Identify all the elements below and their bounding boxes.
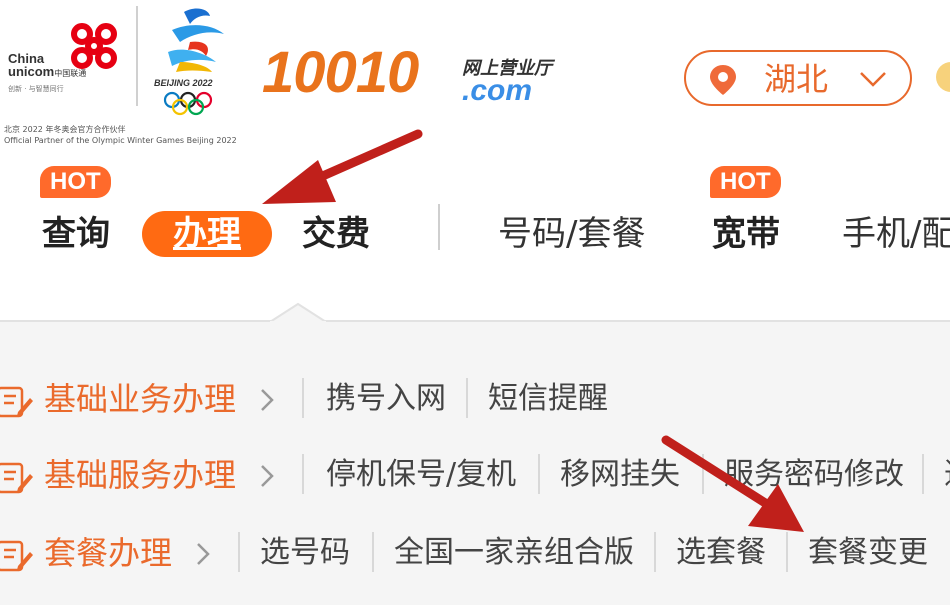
chevron-right-icon bbox=[261, 389, 274, 411]
menu-link-choose-plan[interactable]: 选套餐 bbox=[676, 528, 766, 578]
nav-broadband[interactable]: 宽带 bbox=[712, 210, 780, 258]
nav-pay[interactable]: 交费 bbox=[302, 210, 370, 258]
olympic-wordmark: BEIJING 2022 bbox=[154, 78, 213, 88]
menu-row-title[interactable]: 基础服务办理 bbox=[44, 450, 236, 500]
olympic-partner-caption: 北京 2022 年冬奥会官方合作伙伴 Official Partner of t… bbox=[4, 125, 237, 145]
menu-divider bbox=[786, 532, 788, 572]
location-pin-icon bbox=[710, 65, 736, 95]
menu-row-basic-service: 基础服务办理 停机保号/复机 移网挂失 服务密码修改 迁 bbox=[0, 450, 950, 500]
menu-link-family-combo[interactable]: 全国一家亲组合版 bbox=[394, 528, 634, 578]
menu-divider bbox=[302, 378, 304, 418]
menu-divider bbox=[654, 532, 656, 572]
menu-link-port-in[interactable]: 携号入网 bbox=[326, 374, 446, 424]
chevron-right-icon bbox=[261, 465, 274, 487]
menu-link-suspend-resume[interactable]: 停机保号/复机 bbox=[326, 450, 516, 500]
region-selector[interactable]: 湖北 bbox=[684, 50, 912, 106]
menu-divider bbox=[466, 378, 468, 418]
brand-domain: .com bbox=[462, 74, 533, 107]
panel-caret bbox=[270, 302, 326, 322]
menu-link-sms-reminder[interactable]: 短信提醒 bbox=[488, 374, 608, 424]
menu-row-plan-handle: 套餐办理 选号码 全国一家亲组合版 选套餐 套餐变更 bbox=[0, 528, 950, 578]
chevron-right-icon bbox=[197, 543, 210, 565]
handle-dropdown-panel: 基础业务办理 携号入网 短信提醒 基础服务办理 停机保号/复机 移网挂失 服务密… bbox=[0, 320, 950, 605]
nav-phone[interactable]: 手机/配 bbox=[842, 210, 950, 258]
menu-divider bbox=[702, 454, 704, 494]
unicom-wordmark: China unicom中国联通 bbox=[8, 51, 87, 79]
beijing-2022-olympic-logo: BEIJING 2022 bbox=[154, 8, 224, 116]
menu-link-truncated[interactable]: 迁 bbox=[944, 450, 950, 500]
menu-divider bbox=[922, 454, 924, 494]
user-avatar[interactable] bbox=[936, 62, 950, 92]
nav-divider bbox=[438, 204, 440, 250]
chevron-down-icon bbox=[860, 72, 886, 87]
nav-number-plan[interactable]: 号码/套餐 bbox=[498, 210, 645, 258]
menu-divider bbox=[372, 532, 374, 572]
region-label: 湖北 bbox=[764, 60, 829, 98]
header-logos: China unicom中国联通 创新 · 与智慧同行 BEIJING 2022… bbox=[0, 0, 600, 160]
menu-divider bbox=[538, 454, 540, 494]
china-unicom-logo[interactable]: China unicom中国联通 创新 · 与智慧同行 bbox=[6, 18, 126, 98]
logo-divider bbox=[136, 6, 138, 106]
form-edit-icon bbox=[0, 386, 33, 418]
menu-row-title[interactable]: 基础业务办理 bbox=[44, 374, 236, 424]
menu-divider bbox=[302, 454, 304, 494]
menu-link-change-password[interactable]: 服务密码修改 bbox=[724, 450, 904, 500]
hot-badge-broadband: HOT bbox=[710, 166, 781, 198]
brand-10010[interactable]: 10010 bbox=[262, 44, 419, 102]
menu-divider bbox=[238, 532, 240, 572]
nav-query[interactable]: 查询 bbox=[42, 210, 110, 258]
unicom-slogan: 创新 · 与智慧同行 bbox=[8, 85, 64, 93]
menu-row-basic-business: 基础业务办理 携号入网 短信提醒 bbox=[0, 374, 950, 424]
menu-link-report-loss[interactable]: 移网挂失 bbox=[560, 450, 680, 500]
menu-link-choose-number[interactable]: 选号码 bbox=[260, 528, 350, 578]
form-edit-icon bbox=[0, 462, 33, 494]
form-edit-icon bbox=[0, 540, 33, 572]
nav-handle[interactable]: 办理 bbox=[142, 211, 272, 257]
menu-row-title[interactable]: 套餐办理 bbox=[44, 528, 172, 578]
hot-badge-query: HOT bbox=[40, 166, 111, 198]
menu-link-change-plan[interactable]: 套餐变更 bbox=[808, 528, 928, 578]
